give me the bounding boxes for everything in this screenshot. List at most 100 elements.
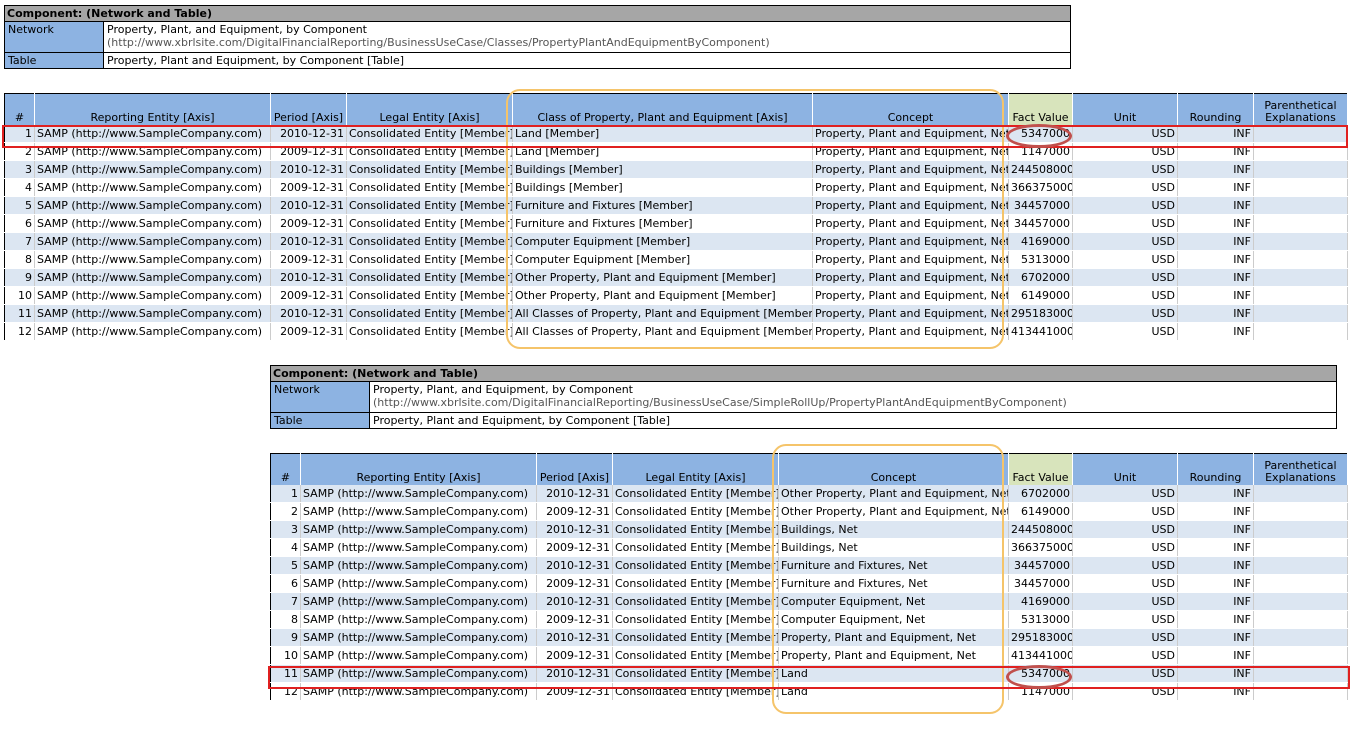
table-cell: Consolidated Entity [Member] bbox=[346, 250, 513, 269]
row-highlight-1 bbox=[2, 125, 1348, 148]
table-cell: USD bbox=[1072, 214, 1178, 233]
fact-circle-2 bbox=[1006, 665, 1072, 689]
table-cell: 34457000 bbox=[1008, 214, 1073, 233]
table-cell: USD bbox=[1072, 286, 1178, 305]
table-cell: 2009-12-31 bbox=[536, 538, 613, 557]
table-cell bbox=[1253, 160, 1348, 179]
table-cell: 3 bbox=[4, 160, 35, 179]
column-header: Parenthetical Explanations bbox=[1253, 93, 1348, 125]
table-cell: 34457000 bbox=[1008, 574, 1073, 593]
table-cell: 2009-12-31 bbox=[270, 178, 347, 197]
table-cell: 2010-12-31 bbox=[270, 160, 347, 179]
table-cell: SAMP (http://www.SampleCompany.com) bbox=[300, 520, 537, 539]
table-cell: 2009-12-31 bbox=[270, 250, 347, 269]
table-cell: 2009-12-31 bbox=[536, 610, 613, 629]
column-header: Reporting Entity [Axis] bbox=[34, 93, 271, 125]
table-cell: SAMP (http://www.SampleCompany.com) bbox=[300, 574, 537, 593]
table-cell: Consolidated Entity [Member] bbox=[346, 268, 513, 287]
table-label: Table bbox=[270, 412, 370, 429]
table-cell: INF bbox=[1177, 556, 1254, 575]
table-cell: USD bbox=[1072, 160, 1178, 179]
table-cell: INF bbox=[1177, 160, 1254, 179]
column-header: Legal Entity [Axis] bbox=[346, 93, 513, 125]
table-cell: USD bbox=[1072, 592, 1178, 611]
table-cell: Consolidated Entity [Member] bbox=[346, 304, 513, 323]
table-cell: 2010-12-31 bbox=[270, 196, 347, 215]
table-cell: 6 bbox=[4, 214, 35, 233]
column-header: Period [Axis] bbox=[270, 93, 347, 125]
table-cell: USD bbox=[1072, 556, 1178, 575]
table-cell: 11 bbox=[4, 304, 35, 323]
table-cell: SAMP (http://www.SampleCompany.com) bbox=[34, 232, 271, 251]
table-cell bbox=[1253, 538, 1348, 557]
network-url[interactable]: (http://www.xbrlsite.com/DigitalFinancia… bbox=[107, 36, 1067, 49]
table-cell: 9 bbox=[4, 268, 35, 287]
table-cell bbox=[1253, 574, 1348, 593]
table-cell: 2010-12-31 bbox=[270, 232, 347, 251]
column-header: Rounding bbox=[1177, 93, 1254, 125]
table-cell: SAMP (http://www.SampleCompany.com) bbox=[34, 250, 271, 269]
network-url[interactable]: (http://www.xbrlsite.com/DigitalFinancia… bbox=[373, 396, 1333, 409]
table-cell: 8 bbox=[4, 250, 35, 269]
table-cell: 295183000 bbox=[1008, 628, 1073, 647]
table-cell: Consolidated Entity [Member] bbox=[346, 232, 513, 251]
table-cell: 5 bbox=[4, 196, 35, 215]
table-cell: USD bbox=[1072, 304, 1178, 323]
table-value: Property, Plant and Equipment, by Compon… bbox=[369, 412, 1337, 429]
table-cell: USD bbox=[1072, 574, 1178, 593]
table-cell: 366375000 bbox=[1008, 178, 1073, 197]
table-cell: USD bbox=[1072, 232, 1178, 251]
table-cell: INF bbox=[1177, 304, 1254, 323]
table-cell: INF bbox=[1177, 592, 1254, 611]
network-name: Property, Plant, and Equipment, by Compo… bbox=[373, 383, 633, 396]
table-cell: USD bbox=[1072, 646, 1178, 665]
table-cell: INF bbox=[1177, 178, 1254, 197]
table-cell: Consolidated Entity [Member] bbox=[612, 485, 779, 503]
table-cell: Consolidated Entity [Member] bbox=[612, 502, 779, 521]
table-cell: 3 bbox=[270, 520, 301, 539]
table-cell: USD bbox=[1072, 538, 1178, 557]
table-cell bbox=[1253, 628, 1348, 647]
table-cell: SAMP (http://www.SampleCompany.com) bbox=[300, 610, 537, 629]
table-cell: USD bbox=[1072, 628, 1178, 647]
table-cell: 4 bbox=[4, 178, 35, 197]
table-cell: SAMP (http://www.SampleCompany.com) bbox=[34, 178, 271, 197]
table-cell: SAMP (http://www.SampleCompany.com) bbox=[300, 485, 537, 503]
column-header: # bbox=[4, 93, 35, 125]
table-cell: SAMP (http://www.SampleCompany.com) bbox=[34, 196, 271, 215]
table-cell: INF bbox=[1177, 232, 1254, 251]
table-cell: INF bbox=[1177, 538, 1254, 557]
table-cell: 2010-12-31 bbox=[536, 520, 613, 539]
table-cell: Consolidated Entity [Member] bbox=[346, 178, 513, 197]
table-cell: 5 bbox=[270, 556, 301, 575]
table-cell: 2009-12-31 bbox=[270, 214, 347, 233]
table-cell: 34457000 bbox=[1008, 196, 1073, 215]
table-cell: SAMP (http://www.SampleCompany.com) bbox=[34, 268, 271, 287]
table-cell bbox=[1253, 304, 1348, 323]
table-cell: Consolidated Entity [Member] bbox=[346, 160, 513, 179]
table-cell: Consolidated Entity [Member] bbox=[612, 628, 779, 647]
table-cell: 6149000 bbox=[1008, 286, 1073, 305]
table-cell bbox=[1253, 214, 1348, 233]
table-cell: 8 bbox=[270, 610, 301, 629]
table-cell: Consolidated Entity [Member] bbox=[612, 538, 779, 557]
table-cell: INF bbox=[1177, 250, 1254, 269]
table-cell: USD bbox=[1072, 196, 1178, 215]
table-cell: 1 bbox=[270, 485, 301, 503]
table-cell: 2010-12-31 bbox=[536, 628, 613, 647]
network-value: Property, Plant, and Equipment, by Compo… bbox=[369, 381, 1337, 413]
column-header: Reporting Entity [Axis] bbox=[300, 453, 537, 485]
component-title: Component: (Network and Table) bbox=[4, 5, 1071, 22]
column-header: Unit bbox=[1072, 93, 1178, 125]
table-cell: 34457000 bbox=[1008, 556, 1073, 575]
fact-circle-1 bbox=[1006, 124, 1072, 148]
column-header: Period [Axis] bbox=[536, 453, 613, 485]
table-cell: 5313000 bbox=[1008, 610, 1073, 629]
column-header: Unit bbox=[1072, 453, 1178, 485]
table-cell bbox=[1253, 286, 1348, 305]
table-cell: 12 bbox=[4, 322, 35, 341]
table-cell: USD bbox=[1072, 178, 1178, 197]
table-cell: 9 bbox=[270, 628, 301, 647]
table-cell: Consolidated Entity [Member] bbox=[346, 286, 513, 305]
table-cell: Consolidated Entity [Member] bbox=[346, 214, 513, 233]
